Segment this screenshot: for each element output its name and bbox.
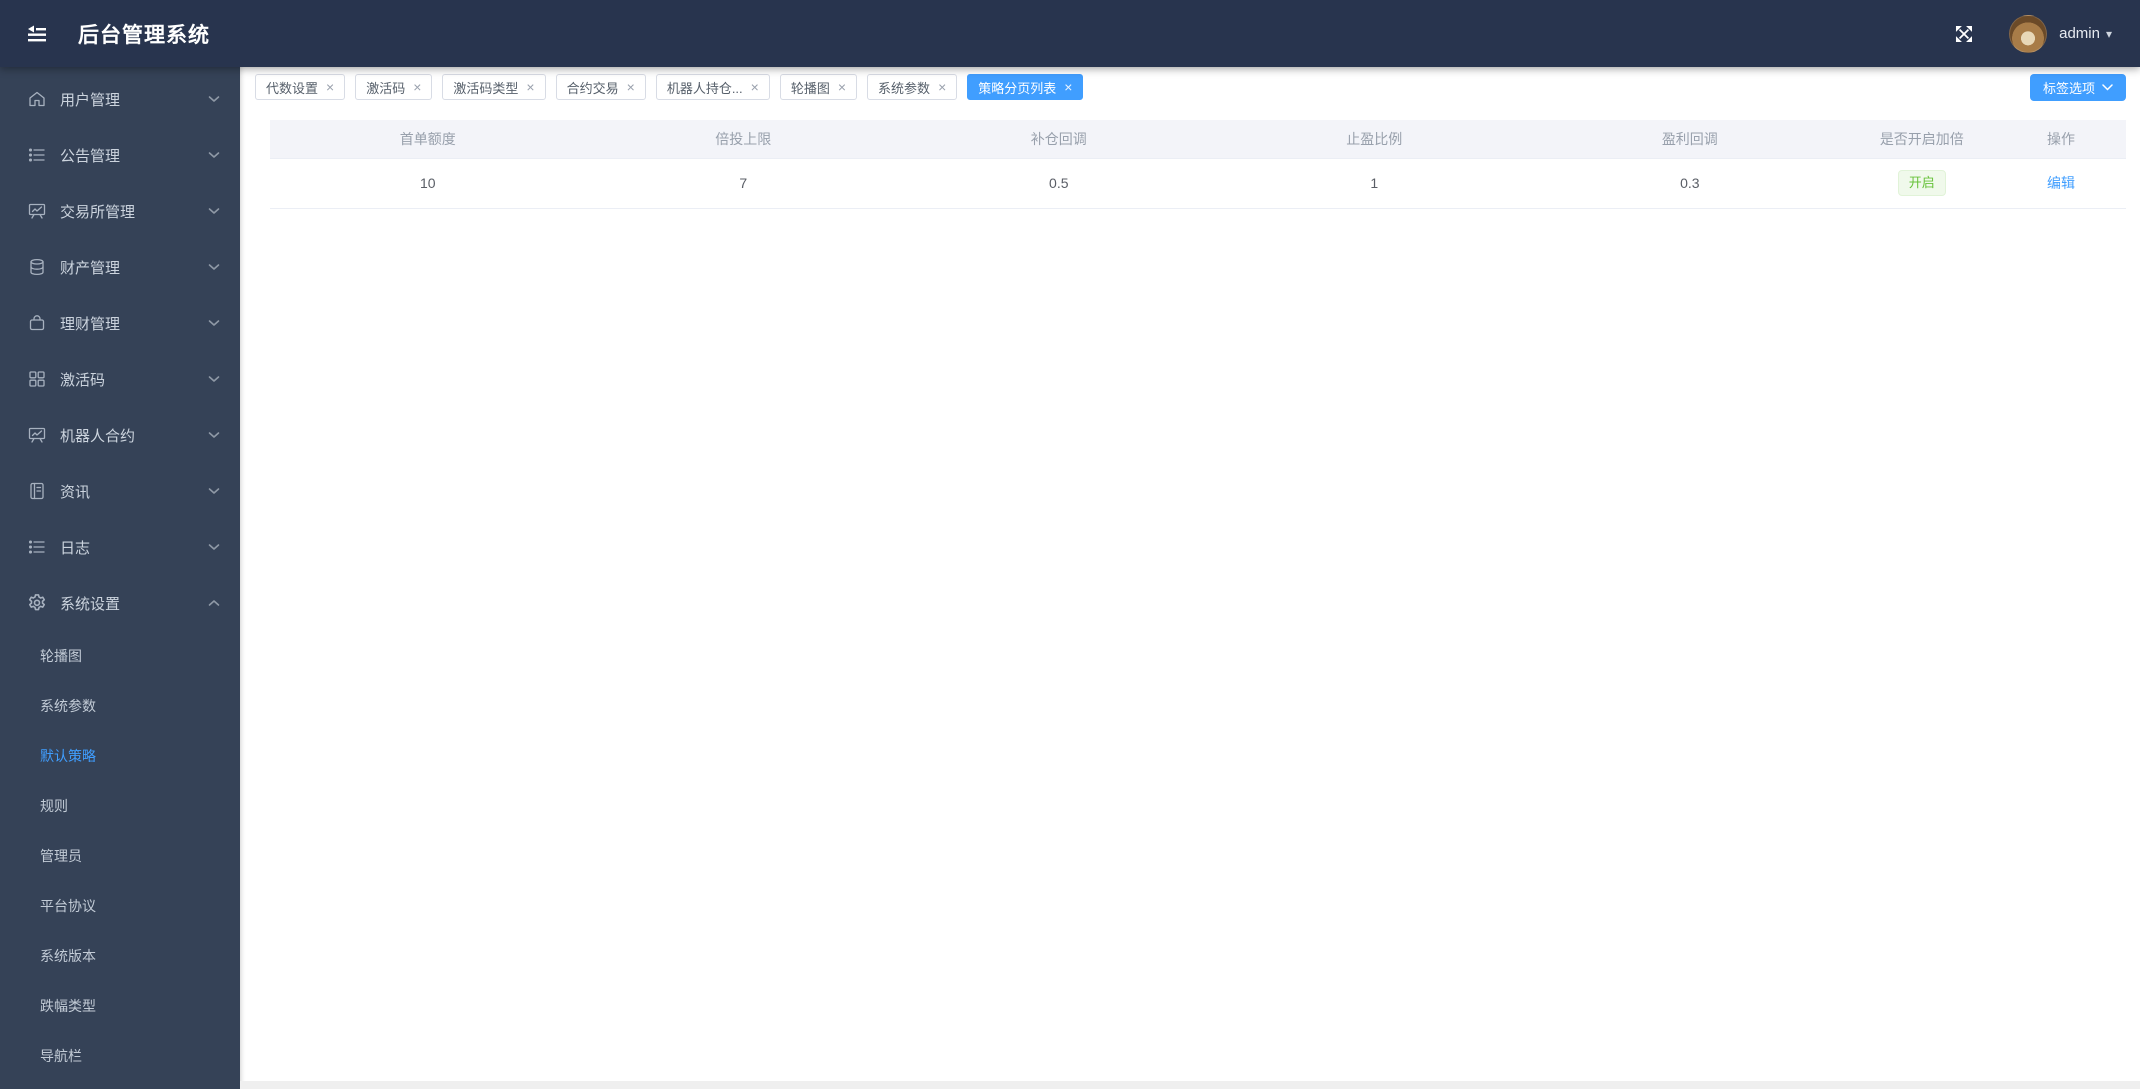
page-title: 后台管理系统 — [78, 23, 210, 47]
sidebar-subitem-carousel[interactable]: 轮播图 — [0, 631, 240, 681]
tag-options-button[interactable]: 标签选项 — [2029, 74, 2126, 101]
tab-system-params[interactable]: 系统参数 × — [867, 74, 958, 100]
chevron-down-icon — [208, 375, 220, 383]
sidebar-item-finance[interactable]: 理财管理 — [0, 295, 240, 351]
close-icon[interactable]: × — [751, 80, 759, 94]
gear-icon — [27, 593, 47, 613]
cell-multiplier-cap: 7 — [585, 158, 902, 209]
sidebar-item-users[interactable]: 用户管理 — [0, 71, 240, 127]
sidebar-item-system-settings[interactable]: 系统设置 — [0, 575, 240, 631]
chevron-down-icon — [208, 543, 220, 551]
col-multiplier-cap: 倍投上限 — [585, 120, 902, 159]
sidebar-item-activation-codes[interactable]: 激活码 — [0, 351, 240, 407]
close-icon[interactable]: × — [326, 80, 334, 94]
main-content: 代数设置 × 激活码 × 激活码类型 × 合约交易 × 机器人持仓... × 轮… — [240, 67, 2140, 1089]
col-profit-callback: 盈利回调 — [1532, 120, 1848, 159]
chevron-down-icon — [208, 431, 220, 439]
close-icon[interactable]: × — [627, 80, 635, 94]
sidebar-item-announcements[interactable]: 公告管理 — [0, 127, 240, 183]
col-first-order-quota: 首单额度 — [270, 120, 586, 159]
close-icon[interactable]: × — [838, 80, 846, 94]
sidebar-item-exchanges[interactable]: 交易所管理 — [0, 183, 240, 239]
sidebar-subitem-platform-agreement[interactable]: 平台协议 — [0, 881, 240, 931]
caret-down-icon: ▾ — [2105, 26, 2112, 41]
chart-board-icon — [27, 201, 47, 221]
sidebar-subitem-decline-type[interactable]: 跌幅类型 — [0, 981, 240, 1031]
cell-first-order-quota: 10 — [270, 158, 586, 209]
close-icon[interactable]: × — [938, 80, 946, 94]
chart-board-icon — [27, 425, 47, 445]
chevron-down-icon — [208, 207, 220, 215]
tab-activation-code[interactable]: 激活码 × — [355, 74, 433, 100]
strategy-table-container: 首单额度 倍投上限 补仓回调 止盈比例 盈利回调 是否开启加倍 操作 10 7 — [240, 100, 2140, 209]
col-cover-callback: 补仓回调 — [901, 120, 1217, 159]
list-icon — [27, 145, 47, 165]
tab-contract-trading[interactable]: 合约交易 × — [555, 74, 646, 100]
user-menu[interactable]: admin ▾ — [2009, 14, 2112, 53]
sidebar-item-news[interactable]: 资讯 — [0, 463, 240, 519]
horizontal-scrollbar[interactable] — [240, 1081, 2140, 1089]
sidebar-item-robot-contracts[interactable]: 机器人合约 — [0, 407, 240, 463]
cell-take-profit-ratio: 1 — [1216, 158, 1533, 209]
edit-link[interactable]: 编辑 — [2047, 175, 2075, 191]
sidebar-item-logs[interactable]: 日志 — [0, 519, 240, 575]
table-header-row: 首单额度 倍投上限 补仓回调 止盈比例 盈利回调 是否开启加倍 操作 — [270, 120, 2126, 159]
sidebar-collapse-icon[interactable] — [22, 19, 52, 49]
grid-icon — [27, 369, 47, 389]
sidebar-subitem-navbar[interactable]: 导航栏 — [0, 1031, 240, 1081]
chevron-down-icon — [208, 263, 220, 271]
col-take-profit-ratio: 止盈比例 — [1216, 120, 1533, 159]
database-icon — [27, 257, 47, 277]
sidebar-subitem-default-strategy[interactable]: 默认策略 — [0, 731, 240, 781]
cell-cover-callback: 0.5 — [901, 158, 1217, 209]
document-icon — [27, 481, 47, 501]
home-icon — [27, 89, 47, 109]
chevron-down-icon — [208, 95, 220, 103]
col-doubling-enabled: 是否开启加倍 — [1847, 120, 1997, 159]
top-header: 后台管理系统 admin ▾ — [0, 0, 2140, 67]
table-row: 10 7 0.5 1 0.3 开启 编辑 — [270, 158, 2126, 209]
tab-generation-settings[interactable]: 代数设置 × — [255, 74, 346, 100]
sidebar-subitem-admins[interactable]: 管理员 — [0, 831, 240, 881]
tab-activation-code-type[interactable]: 激活码类型 × — [442, 74, 546, 100]
status-badge: 开启 — [1897, 170, 1946, 196]
chevron-down-icon — [208, 487, 220, 495]
sidebar-subitem-system-params[interactable]: 系统参数 — [0, 681, 240, 731]
tab-strategy-pagination[interactable]: 策略分页列表 × — [967, 74, 1084, 100]
chevron-down-icon — [208, 151, 220, 159]
chevron-up-icon — [208, 599, 220, 607]
tab-robot-positions[interactable]: 机器人持仓... × — [655, 74, 770, 100]
sidebar-item-assets[interactable]: 财产管理 — [0, 239, 240, 295]
tab-carousel[interactable]: 轮播图 × — [779, 74, 858, 100]
sidebar: 用户管理 公告管理 交易所管理 财产管理 理财管理 激活码 机器人合约 资讯 日… — [0, 67, 240, 1089]
fullscreen-icon[interactable] — [1947, 17, 1981, 51]
handbag-icon — [27, 313, 47, 333]
tab-bar: 代数设置 × 激活码 × 激活码类型 × 合约交易 × 机器人持仓... × 轮… — [240, 67, 2140, 100]
list-icon — [27, 537, 47, 557]
strategy-table: 首单额度 倍投上限 补仓回调 止盈比例 盈利回调 是否开启加倍 操作 10 7 — [270, 120, 2126, 209]
admin-app: 后台管理系统 admin ▾ 用户管理 公告管理 交易所管理 财产管理 理财管理… — [0, 0, 2140, 1089]
close-icon[interactable]: × — [526, 80, 534, 94]
chevron-down-icon — [208, 319, 220, 327]
username-label: admin — [2059, 25, 2100, 42]
cell-profit-callback: 0.3 — [1532, 158, 1848, 209]
close-icon[interactable]: × — [413, 80, 421, 94]
sidebar-subitem-system-version[interactable]: 系统版本 — [0, 931, 240, 981]
close-icon[interactable]: × — [1064, 80, 1072, 94]
col-actions: 操作 — [1996, 120, 2126, 159]
chevron-down-icon — [2102, 84, 2113, 91]
avatar[interactable] — [2009, 14, 2048, 53]
sidebar-subitem-rules[interactable]: 规则 — [0, 781, 240, 831]
